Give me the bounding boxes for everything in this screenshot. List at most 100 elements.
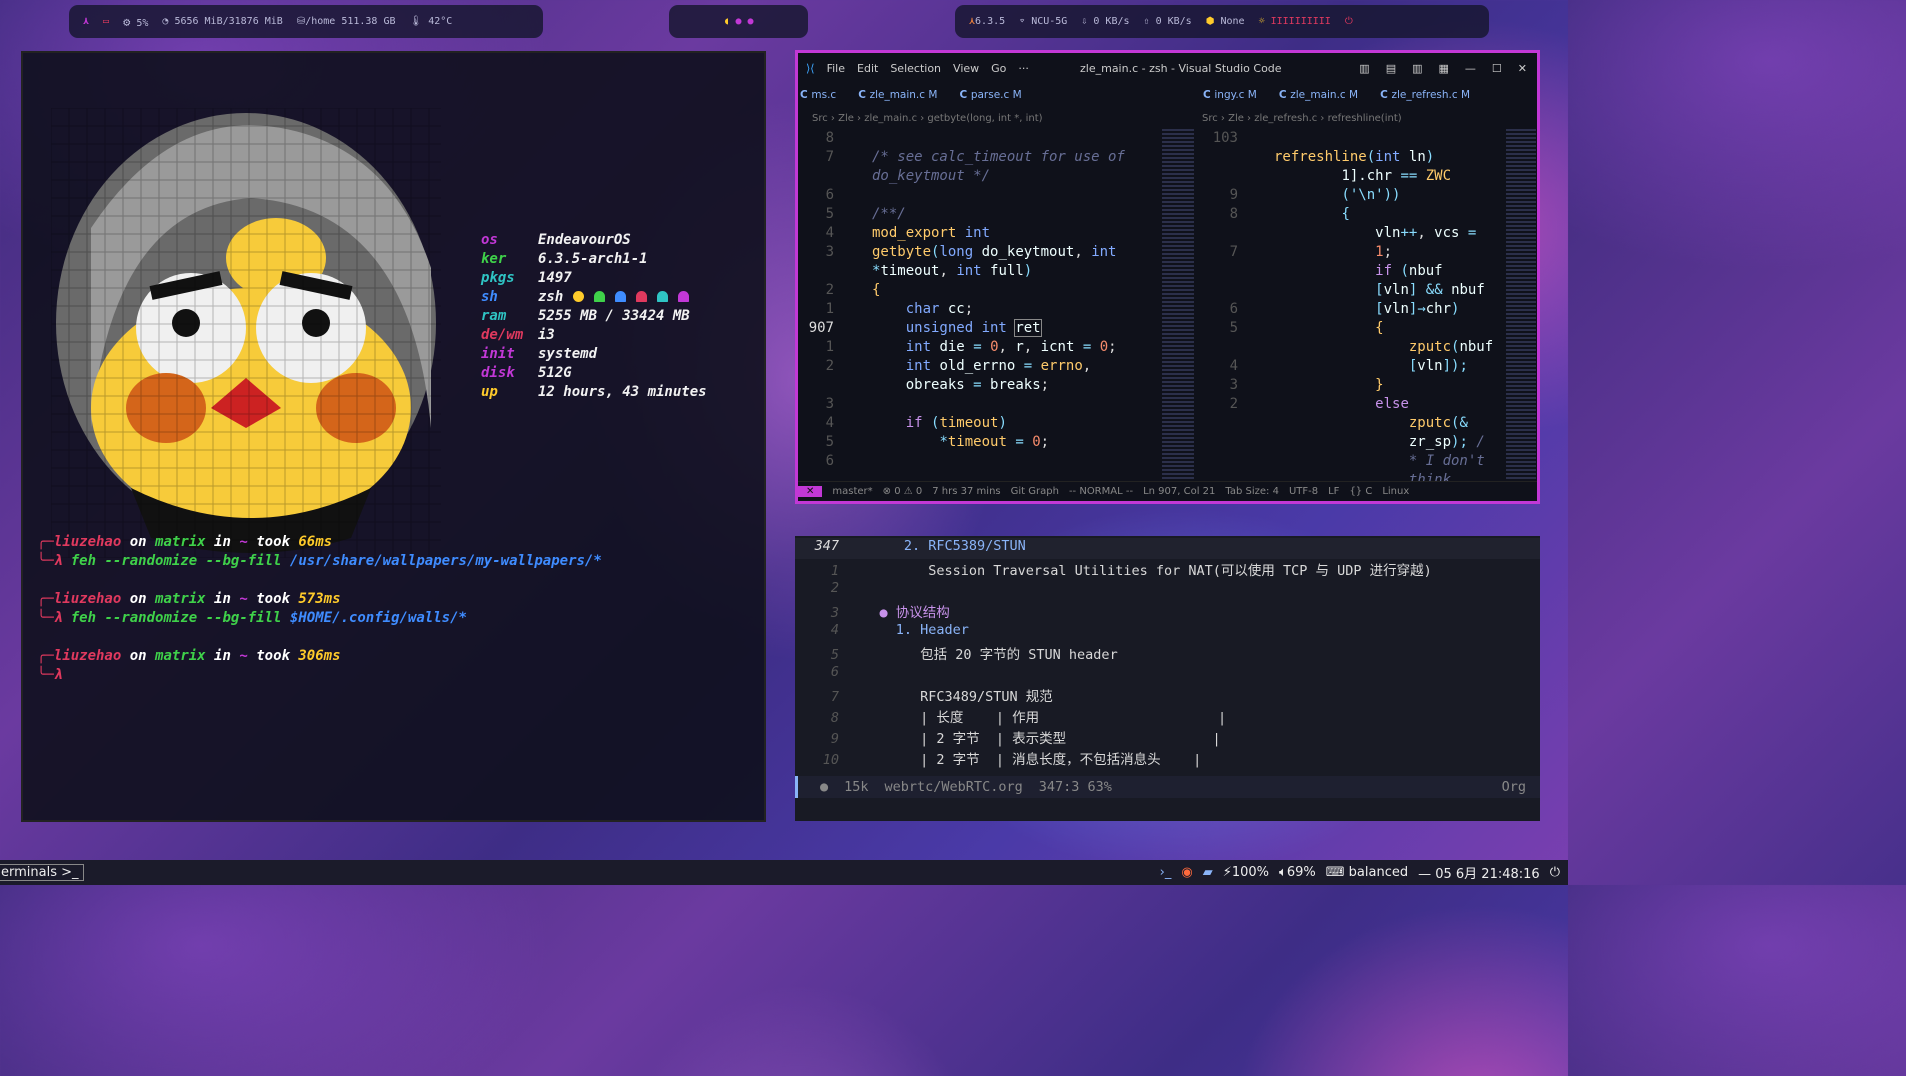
prompt-host: matrix xyxy=(155,534,206,550)
status-item[interactable]: LF xyxy=(1328,486,1339,497)
wifi-status[interactable]: ⌔ NCU-5G xyxy=(1019,16,1067,27)
power-icon[interactable]: ⏻ xyxy=(1550,865,1560,880)
fetch-row: os EndeavourOS xyxy=(481,231,707,250)
memory-icon: ◔ xyxy=(162,16,169,27)
folder-icon[interactable]: ▰ xyxy=(1203,865,1213,880)
menu-item[interactable]: View xyxy=(953,62,979,75)
status-item[interactable]: -- NORMAL -- xyxy=(1069,486,1133,497)
fetch-key: os xyxy=(481,232,498,248)
keyboard-icon: ⌨ xyxy=(1325,865,1345,880)
fetch-row: de/wm i3 xyxy=(481,326,707,345)
terminal-window[interactable]: os EndeavourOS ker 6.3.5-arch1-1 pkgs 1497 sh z… xyxy=(21,51,766,822)
status-item[interactable]: 7 hrs 37 mins xyxy=(932,486,1000,497)
cpu-usage: ⚙ 5% xyxy=(123,14,149,29)
org-line: 8 | 长度 | 作用 | xyxy=(795,706,1540,727)
ghost-icon: ● xyxy=(735,16,742,27)
status-item[interactable]: Tab Size: 4 xyxy=(1225,486,1279,497)
window-title: zle_main.c - zsh - Visual Studio Code xyxy=(1080,61,1282,75)
status-item[interactable]: Git Graph xyxy=(1011,486,1059,497)
status-item[interactable]: Linux xyxy=(1382,486,1409,497)
status-item[interactable]: Ln 907, Col 21 xyxy=(1143,486,1215,497)
org-line: 6 xyxy=(795,664,1540,685)
power-icon[interactable]: ⏻ xyxy=(1345,16,1353,27)
menu-item[interactable]: File xyxy=(827,62,845,75)
status-item[interactable]: master* xyxy=(832,486,872,497)
editor-tab[interactable]: C zle_refresh.c M xyxy=(1380,89,1470,101)
prompt-user: liuzehao xyxy=(53,648,122,664)
ghost-icon xyxy=(678,291,690,302)
remote-icon[interactable]: ✕ xyxy=(798,486,823,497)
c-file-icon: C xyxy=(1203,89,1215,101)
speaker-icon: 🔈︎ xyxy=(1279,865,1287,880)
pacman-icon xyxy=(573,291,585,302)
editor-right[interactable]: 103 9 8 765 432 refreshline(int ln) 1].chr… xyxy=(1202,129,1540,481)
volume-status[interactable]: 🔈︎69% xyxy=(1279,865,1316,880)
prompt-user: liuzehao xyxy=(53,591,122,607)
menu-item[interactable]: Edit xyxy=(857,62,878,75)
emacs-window[interactable]: 347 2. RFC5389/STUN 1 Session Traversal U… xyxy=(795,536,1540,821)
status-item[interactable]: {} C xyxy=(1349,486,1372,497)
prompt-host: matrix xyxy=(155,591,206,607)
line-number: 4 xyxy=(830,622,839,638)
layout-icon[interactable]: ▤ xyxy=(1386,62,1396,75)
shell-prompt: ╭─liuzehao on matrix in ~ took 66ms ╰─λ f… xyxy=(37,534,602,569)
vscode-logo-icon: ⟩⟨ xyxy=(806,61,815,75)
fetch-key: init xyxy=(481,346,515,362)
ghost-icon xyxy=(615,291,627,302)
brightness[interactable]: ☼ IIIIIIIIII xyxy=(1259,16,1331,27)
layout-icon[interactable]: ▥ xyxy=(1359,62,1369,75)
fetch-value: 12 hours, 43 minutes xyxy=(538,384,707,400)
kernel-version: ⋏6.3.5 xyxy=(969,16,1006,27)
minimap[interactable] xyxy=(1162,129,1194,481)
package-icon: ⬢ xyxy=(1205,16,1215,27)
close-button[interactable]: ✕ xyxy=(1518,62,1527,75)
ghost-icon xyxy=(636,291,648,302)
fetch-row: sh zsh xyxy=(481,288,707,307)
thermometer-icon: 🌡︎ xyxy=(409,16,423,27)
editor-tab[interactable]: C zle_main.c M xyxy=(1279,89,1358,101)
terminal-icon[interactable]: ›_ xyxy=(1160,865,1172,880)
line-number: 9 xyxy=(830,731,839,747)
line-number: 8 xyxy=(830,710,839,726)
org-line: 2 xyxy=(795,580,1540,601)
vscode-titlebar: ⟩⟨ File Edit Selection View Go ··· zle_main.c… xyxy=(798,53,1537,83)
fetch-value: 1497 xyxy=(538,270,572,286)
editor-tab[interactable]: C zle_main.c M xyxy=(858,89,937,101)
editor-tab[interactable]: C ms.c xyxy=(800,89,836,101)
fetch-row: pkgs 1497 xyxy=(481,269,707,288)
prompt-command: feh xyxy=(70,610,97,626)
layout-icon[interactable]: ▥ xyxy=(1412,62,1422,75)
line-number: 7 xyxy=(830,689,839,705)
menu-item[interactable]: Go xyxy=(991,62,1006,75)
editor-tab[interactable]: C ingy.c M xyxy=(1203,89,1257,101)
package-updates[interactable]: ⬢ None xyxy=(1206,16,1245,27)
menu-item[interactable]: ··· xyxy=(1018,62,1029,75)
editor-tab[interactable]: C parse.c M xyxy=(959,89,1021,101)
battery-status: ⚡100% xyxy=(1222,865,1270,880)
fetch-value: 5255 MB / 33424 MB xyxy=(538,308,690,324)
line-number: 1 xyxy=(830,563,839,579)
menu-item[interactable]: Selection xyxy=(890,62,941,75)
layout-icon[interactable]: ▦ xyxy=(1439,62,1449,75)
status-item[interactable]: UTF-8 xyxy=(1289,486,1318,497)
org-line: 4 1. Header xyxy=(795,622,1540,643)
line-number: 3 xyxy=(830,605,839,621)
taskbar: erminals >_ ›_ ◉ ▰ ⚡100% 🔈︎69% ⌨ balance… xyxy=(0,860,1568,885)
firefox-icon[interactable]: ◉ xyxy=(1181,865,1192,880)
minimap[interactable] xyxy=(1506,129,1536,481)
wifi-icon: ⌔ xyxy=(1019,16,1026,27)
minimize-button[interactable]: — xyxy=(1465,62,1476,75)
disk-usage: ⛁/home 511.38 GB xyxy=(296,16,396,27)
vscode-window[interactable]: ⟩⟨ File Edit Selection View Go ··· zle_main.c… xyxy=(795,50,1540,504)
chip-icon: ⚙ xyxy=(123,14,131,29)
power-profile[interactable]: ⌨ balanced xyxy=(1326,865,1408,880)
org-line: 1 Session Traversal Utilities for NAT(可以… xyxy=(795,559,1540,580)
workspace-button[interactable]: erminals >_ xyxy=(0,864,84,881)
maximize-button[interactable]: ☐ xyxy=(1492,62,1502,75)
org-line: 10 | 2 字节 | 消息长度，不包括消息头 | xyxy=(795,748,1540,769)
status-item[interactable]: ⊗ 0 ⚠ 0 xyxy=(883,486,923,497)
arch-logo-icon[interactable]: ⋏ xyxy=(83,16,89,27)
line-number: 6 xyxy=(830,664,839,680)
editor-left[interactable]: 876 543 2 1 907 123 456 /* see calc_timeou… xyxy=(798,129,1198,481)
org-line: 3 ● 协议结构 xyxy=(795,601,1540,622)
